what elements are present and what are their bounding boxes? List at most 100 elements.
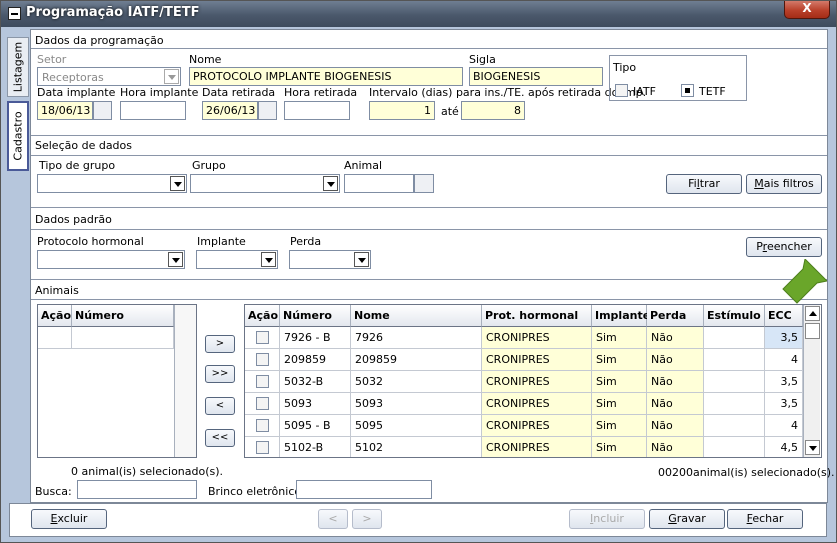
- excluir-button[interactable]: Excluir: [31, 509, 107, 529]
- preencher-button[interactable]: Preencher: [746, 237, 822, 257]
- close-button[interactable]: X: [784, 1, 830, 19]
- protocolo-select[interactable]: [37, 250, 185, 269]
- table-cell-implante[interactable]: Sim: [592, 437, 647, 457]
- column-header[interactable]: Implante: [592, 305, 650, 327]
- table-cell-estimulo[interactable]: [704, 349, 765, 371]
- grupo-select[interactable]: [190, 174, 340, 193]
- row-action-cell[interactable]: [245, 327, 280, 349]
- row-action-cell[interactable]: [245, 415, 280, 437]
- table-cell-nome[interactable]: 5102: [351, 437, 482, 457]
- table-cell-ecc[interactable]: 4,5: [765, 437, 803, 457]
- table-cell-ecc[interactable]: 4: [765, 349, 803, 371]
- incluir-button[interactable]: Incluir: [569, 509, 645, 529]
- animal-field[interactable]: [344, 174, 414, 193]
- column-header[interactable]: Ação: [38, 305, 72, 327]
- calendar-button[interactable]: [93, 101, 112, 120]
- intervalo-from-field[interactable]: 1: [369, 101, 435, 120]
- table-cell-perda[interactable]: Não: [647, 393, 704, 415]
- table-cell-numero[interactable]: 5093: [280, 393, 351, 415]
- table-cell-ecc[interactable]: 3,5: [765, 371, 803, 393]
- animal-lookup-button[interactable]: [414, 174, 434, 193]
- column-header[interactable]: Perda: [647, 305, 704, 327]
- implante-select[interactable]: [196, 250, 278, 269]
- table-cell-perda[interactable]: Não: [647, 371, 704, 393]
- table-cell-nome[interactable]: 5095: [351, 415, 482, 437]
- scrollbar[interactable]: [174, 305, 196, 457]
- table-cell-prot[interactable]: CRONIPRES: [482, 327, 592, 349]
- table-cell-nome[interactable]: 7926: [351, 327, 482, 349]
- prev-button[interactable]: <: [318, 509, 348, 529]
- calendar-button[interactable]: [258, 101, 277, 120]
- available-animals-grid[interactable]: Ação Número: [37, 304, 197, 458]
- row-checkbox[interactable]: [256, 441, 269, 454]
- row-checkbox[interactable]: [256, 375, 269, 388]
- table-cell-perda[interactable]: Não: [647, 327, 704, 349]
- column-header[interactable]: Número: [72, 305, 174, 327]
- table-cell-estimulo[interactable]: [704, 415, 765, 437]
- table-cell-numero[interactable]: 5032-B: [280, 371, 351, 393]
- table-cell-ecc[interactable]: 3,5: [765, 327, 803, 349]
- row-action-cell[interactable]: [245, 393, 280, 415]
- table-cell-nome[interactable]: 5032: [351, 371, 482, 393]
- sigla-field[interactable]: BIOGENESIS: [469, 67, 603, 86]
- next-button[interactable]: >: [352, 509, 382, 529]
- table-cell-numero[interactable]: 7926 - B: [280, 327, 351, 349]
- table-cell-numero[interactable]: 5102-B: [280, 437, 351, 457]
- selected-animals-grid[interactable]: Ação Número Nome Prot. hormonal Implante…: [244, 304, 822, 458]
- nome-field[interactable]: PROTOCOLO IMPLANTE BIOGENESIS: [189, 67, 463, 86]
- table-cell-estimulo[interactable]: [704, 393, 765, 415]
- data-implante-field[interactable]: 18/06/13: [37, 101, 93, 120]
- tab-listagem[interactable]: Listagem: [7, 37, 29, 97]
- fechar-button[interactable]: Fechar: [727, 509, 803, 529]
- scrollbar[interactable]: [803, 305, 820, 457]
- table-cell-ecc[interactable]: 3,5: [765, 393, 803, 415]
- perda-select[interactable]: [289, 250, 371, 269]
- row-checkbox[interactable]: [256, 419, 269, 432]
- table-cell-implante[interactable]: Sim: [592, 349, 647, 371]
- table-cell-implante[interactable]: Sim: [592, 415, 647, 437]
- table-cell-estimulo[interactable]: [704, 371, 765, 393]
- mais-filtros-button[interactable]: Mais filtros: [746, 174, 822, 194]
- table-cell-implante[interactable]: Sim: [592, 327, 647, 349]
- column-header[interactable]: Nome: [351, 305, 482, 327]
- busca-input[interactable]: [77, 480, 197, 499]
- column-header[interactable]: Ação: [245, 305, 280, 327]
- column-header[interactable]: Número: [280, 305, 351, 327]
- row-checkbox[interactable]: [256, 353, 269, 366]
- scroll-down-icon[interactable]: [805, 440, 820, 455]
- row-action-cell[interactable]: [245, 437, 280, 457]
- column-header[interactable]: ECC: [765, 305, 803, 327]
- tetf-checkbox[interactable]: [681, 84, 694, 97]
- table-cell-prot[interactable]: CRONIPRES: [482, 371, 592, 393]
- row-action-cell[interactable]: [245, 349, 280, 371]
- filtrar-button[interactable]: Filtrar: [666, 174, 742, 194]
- column-header[interactable]: Estímulo: [704, 305, 765, 327]
- table-cell-prot[interactable]: CRONIPRES: [482, 437, 592, 457]
- hora-retirada-field[interactable]: [284, 101, 350, 120]
- table-cell-perda[interactable]: Não: [647, 437, 704, 457]
- table-cell-prot[interactable]: CRONIPRES: [482, 415, 592, 437]
- move-all-left-button[interactable]: <<: [205, 429, 235, 447]
- table-cell-estimulo[interactable]: [704, 437, 765, 457]
- table-cell-nome[interactable]: 209859: [351, 349, 482, 371]
- row-checkbox[interactable]: [256, 397, 269, 410]
- table-cell-numero[interactable]: 5095 - B: [280, 415, 351, 437]
- table-cell-perda[interactable]: Não: [647, 415, 704, 437]
- table-cell-implante[interactable]: Sim: [592, 393, 647, 415]
- tipo-grupo-select[interactable]: [37, 174, 187, 193]
- brinco-input[interactable]: [296, 480, 432, 499]
- iatf-checkbox[interactable]: [615, 84, 628, 97]
- table-cell-perda[interactable]: Não: [647, 349, 704, 371]
- table-cell-implante[interactable]: Sim: [592, 371, 647, 393]
- table-cell-prot[interactable]: CRONIPRES: [482, 393, 592, 415]
- gravar-button[interactable]: Gravar: [649, 509, 725, 529]
- move-right-button[interactable]: >: [205, 335, 235, 353]
- scroll-up-icon[interactable]: [805, 306, 820, 321]
- scroll-thumb[interactable]: [805, 323, 820, 339]
- tab-cadastro[interactable]: Cadastro: [7, 101, 29, 171]
- move-all-right-button[interactable]: >>: [205, 365, 235, 383]
- table-cell-estimulo[interactable]: [704, 327, 765, 349]
- move-left-button[interactable]: <: [205, 397, 235, 415]
- hora-implante-field[interactable]: [120, 101, 186, 120]
- data-retirada-field[interactable]: 26/06/13: [202, 101, 258, 120]
